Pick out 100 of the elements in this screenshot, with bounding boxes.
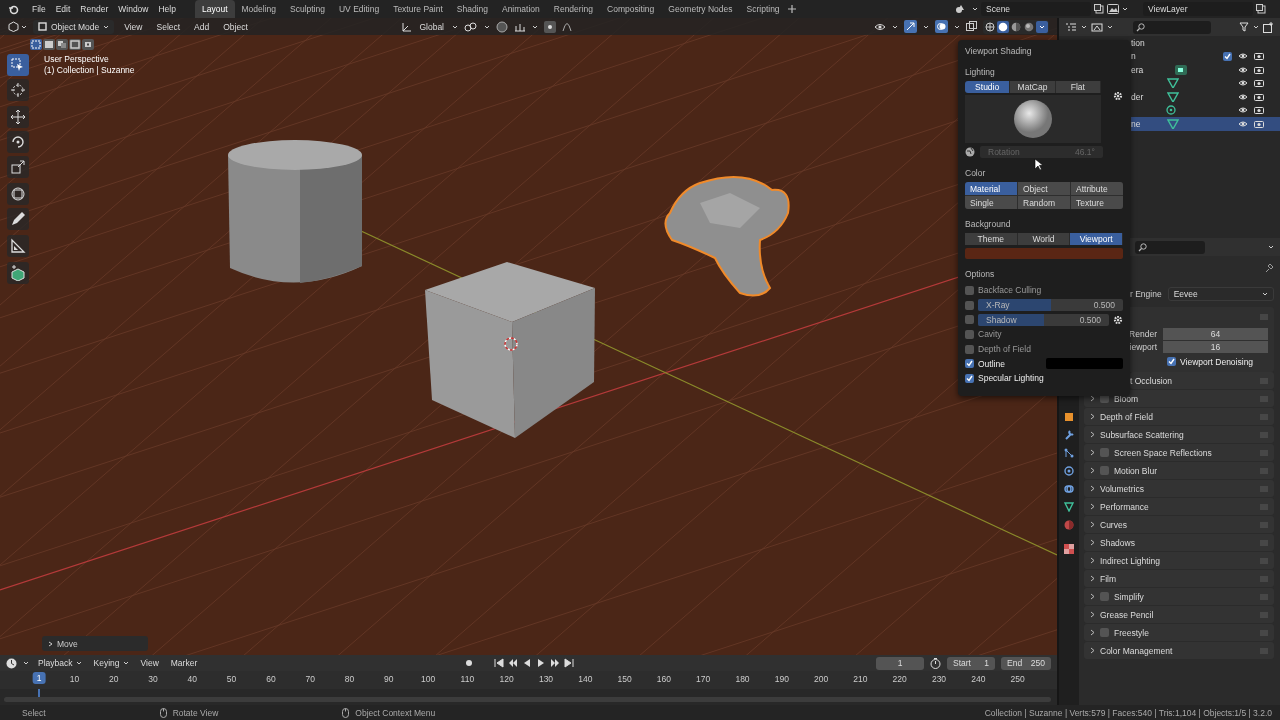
overlay-icon[interactable]	[935, 20, 948, 33]
search-field[interactable]	[1133, 20, 1211, 34]
menu-item[interactable]: Window	[113, 4, 154, 14]
panel-header[interactable]: t Occlusion	[1130, 372, 1274, 389]
record-icon[interactable]	[464, 658, 474, 668]
outliner-icon[interactable]	[1065, 22, 1077, 32]
panel-header[interactable]: Simplify	[1084, 588, 1274, 605]
render-engine-dropdown[interactable]: Eevee	[1167, 287, 1274, 301]
caret-icon[interactable]	[923, 23, 929, 30]
menu-item[interactable]: File	[27, 4, 51, 14]
previous-keyframe-icon[interactable]	[508, 658, 518, 668]
caret-icon[interactable]	[892, 23, 898, 30]
selection-mode-icon[interactable]	[82, 39, 94, 50]
settings-icon[interactable]	[1113, 314, 1123, 325]
caret-icon[interactable]	[972, 6, 978, 12]
eye-icon[interactable]	[1238, 119, 1248, 128]
workspace-tab[interactable]: UV Editing	[331, 0, 387, 18]
caret-icon[interactable]	[23, 660, 29, 666]
frame-field[interactable]: 1	[876, 656, 924, 670]
outliner-row[interactable]: n	[1131, 49, 1280, 63]
scrollbar[interactable]	[4, 697, 1051, 702]
checkbox[interactable]	[1167, 357, 1176, 366]
eye-icon[interactable]	[1238, 65, 1248, 74]
menu-item[interactable]: Keying	[93, 658, 120, 668]
pencil-icon[interactable]	[7, 208, 29, 230]
eye-icon[interactable]	[1238, 52, 1248, 61]
eye-icon[interactable]	[1238, 106, 1248, 115]
camera-icon[interactable]	[1254, 92, 1264, 101]
eye-icon[interactable]	[874, 21, 886, 32]
jump-end-icon[interactable]	[564, 658, 574, 668]
scale-icon[interactable]	[7, 156, 29, 178]
rendered-shading-icon[interactable]	[1023, 20, 1035, 33]
camera-icon[interactable]	[1254, 65, 1264, 74]
outliner-row[interactable]: der	[1131, 90, 1280, 104]
background-tab[interactable]: World	[1017, 233, 1071, 245]
menu-item[interactable]: Marker	[170, 658, 198, 668]
workspace-tab[interactable]: Geometry Nodes	[661, 0, 740, 18]
workspace-tab[interactable]: Compositing	[600, 0, 662, 18]
background-color-swatch[interactable]	[965, 248, 1123, 259]
checkbox[interactable]	[965, 373, 974, 383]
next-keyframe-icon[interactable]	[550, 658, 560, 668]
camera-icon[interactable]	[1254, 52, 1264, 61]
menu-item[interactable]: Edit	[50, 4, 76, 14]
menu-item[interactable]: View	[140, 658, 159, 668]
panel-header[interactable]: Subsurface Scattering	[1084, 426, 1274, 443]
transform-icon[interactable]	[7, 183, 29, 205]
display-mode-icon[interactable]	[1091, 22, 1103, 32]
menu-item[interactable]: Select	[152, 21, 185, 32]
checkbox[interactable]	[1100, 628, 1109, 637]
checkbox[interactable]	[965, 315, 974, 325]
menu-item[interactable]: Playback	[38, 658, 73, 668]
move-icon[interactable]	[7, 106, 29, 128]
current-frame-marker[interactable]: 1	[32, 672, 46, 684]
caret-icon[interactable]	[484, 23, 490, 30]
menu-item[interactable]: View	[120, 21, 147, 32]
caret-icon[interactable]	[122, 660, 129, 666]
caret-icon[interactable]	[1107, 24, 1113, 30]
add-cube-icon[interactable]	[7, 262, 29, 284]
selection-mode-icon[interactable]	[69, 39, 81, 50]
play-icon[interactable]	[536, 658, 546, 668]
color-option[interactable]: Attribute	[1071, 182, 1123, 195]
color-option[interactable]: Random	[1018, 196, 1070, 209]
app-logo-icon[interactable]	[8, 3, 19, 15]
menu-item[interactable]: Help	[153, 4, 181, 14]
background-tab[interactable]: Theme	[965, 233, 1018, 245]
link-icon[interactable]	[464, 21, 478, 32]
wrench-icon[interactable]	[1064, 430, 1074, 440]
orientation-dropdown[interactable]: Global	[414, 19, 449, 34]
view-layer-field[interactable]: ViewLayer	[1143, 2, 1253, 16]
outliner-row[interactable]: ne	[1131, 117, 1280, 131]
color-option[interactable]: Texture	[1071, 196, 1123, 209]
triangle-icon[interactable]	[1064, 502, 1074, 512]
slider[interactable]: Shadow 0.500	[978, 313, 1109, 326]
settings-icon[interactable]	[1113, 91, 1123, 101]
search-field[interactable]	[1135, 240, 1205, 254]
jump-start-icon[interactable]	[494, 658, 504, 668]
wireframe-shading-icon[interactable]	[984, 20, 996, 33]
play-reverse-icon[interactable]	[522, 658, 532, 668]
workspace-tab[interactable]: Modeling	[234, 0, 283, 18]
caret-icon[interactable]	[1122, 6, 1128, 12]
axes-icon[interactable]	[401, 21, 412, 32]
checkbox[interactable]	[1100, 592, 1109, 601]
ruler-icon[interactable]	[7, 235, 29, 257]
checkbox[interactable]	[1223, 51, 1232, 61]
eye-icon[interactable]	[1238, 79, 1248, 88]
copy-icon[interactable]	[1256, 4, 1266, 14]
color-option[interactable]: Object	[1018, 182, 1070, 195]
solid-shading-icon[interactable]	[997, 20, 1009, 33]
workspace-tab[interactable]: Animation	[494, 0, 547, 18]
slider[interactable]: X-Ray 0.500	[978, 299, 1123, 312]
operator-panel[interactable]: Move	[42, 636, 148, 651]
panel-header[interactable]: Depth of Field	[1084, 408, 1274, 425]
panel-header[interactable]: Freestyle	[1084, 624, 1274, 641]
camera-icon[interactable]	[1254, 106, 1264, 115]
caret-icon[interactable]	[532, 23, 538, 30]
copy-icon[interactable]	[1094, 4, 1104, 14]
constraints-icon[interactable]	[1064, 484, 1074, 494]
scene-field[interactable]: Scene	[981, 2, 1091, 16]
end-frame-field[interactable]: End 250	[1001, 656, 1051, 670]
panel-header[interactable]: Indirect Lighting	[1084, 552, 1274, 569]
